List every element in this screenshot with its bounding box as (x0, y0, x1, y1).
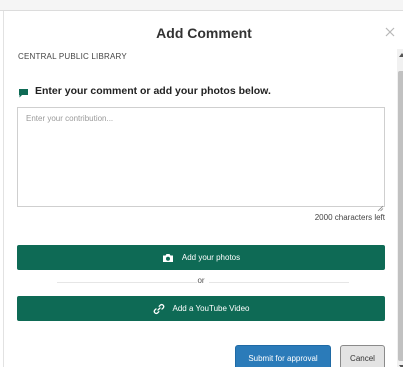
link-icon (153, 303, 165, 315)
scrollbar-thumb[interactable] (398, 71, 403, 361)
add-youtube-video-label: Add a YouTube Video (172, 304, 250, 313)
window-top-edge (0, 0, 403, 11)
or-label: or (197, 276, 205, 285)
contribution-textarea[interactable] (17, 107, 385, 207)
add-photos-button[interactable]: Add your photos (17, 245, 385, 270)
vertical-scrollbar[interactable] (397, 49, 403, 367)
scroll-up-arrow-icon[interactable] (399, 53, 403, 57)
or-divider: or (17, 276, 385, 288)
comment-prompt: Enter your comment or add your photos be… (18, 84, 271, 98)
add-photos-label: Add your photos (181, 253, 241, 262)
comment-icon (18, 86, 29, 97)
add-youtube-video-button[interactable]: Add a YouTube Video (17, 296, 385, 321)
comment-prompt-text: Enter your comment or add your photos be… (35, 85, 271, 97)
submit-for-approval-button[interactable]: Submit for approval (235, 345, 331, 367)
add-comment-dialog: Add Comment CENTRAL PUBLIC LIBRARY Enter… (3, 11, 403, 367)
cancel-button[interactable]: Cancel (340, 345, 385, 367)
characters-left-counter: 2000 characters left (314, 213, 385, 222)
close-icon[interactable] (383, 25, 397, 39)
camera-icon (162, 252, 174, 264)
resize-grip-icon[interactable] (377, 199, 384, 212)
dialog-title: Add Comment (156, 25, 252, 41)
library-name: CENTRAL PUBLIC LIBRARY (18, 52, 127, 61)
